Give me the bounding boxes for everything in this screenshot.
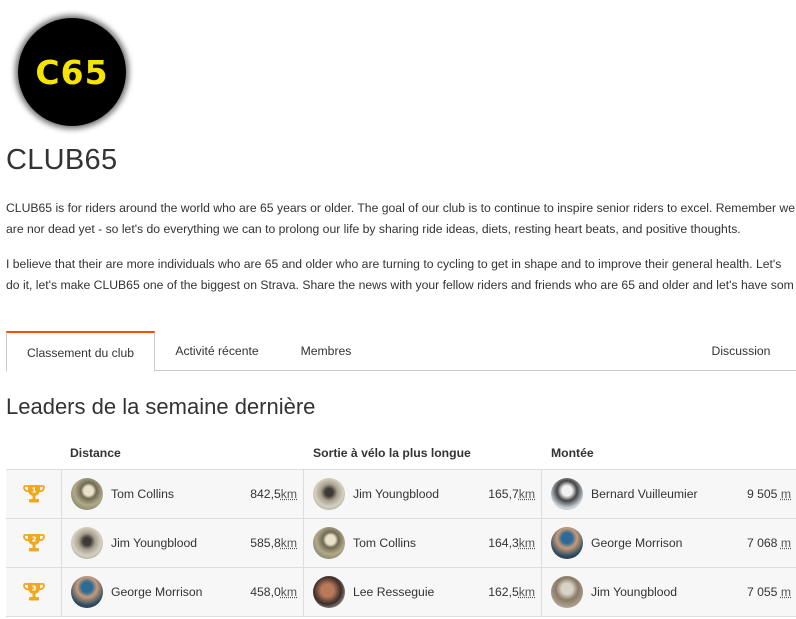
rank-number: 1	[31, 487, 36, 495]
value-number: 7 068	[746, 536, 778, 550]
value-number: 164,3	[488, 536, 519, 550]
athlete-name[interactable]: Tom Collins	[353, 519, 416, 567]
club-description-paragraph-1: CLUB65 is for riders around the world wh…	[6, 201, 795, 236]
column-header-climb: Montée	[551, 446, 594, 460]
club-tabs: Classement du club Activité récente Memb…	[6, 331, 796, 372]
athlete-name[interactable]: Jim Youngblood	[591, 568, 677, 616]
climb-value: 7 055 m	[747, 568, 791, 616]
distance-cell: Jim Youngblood 585,8km	[61, 519, 303, 567]
club-name: CLUB65	[6, 144, 118, 176]
club-logo-text: C65	[35, 52, 109, 92]
tab-membres[interactable]: Membres	[278, 331, 374, 371]
longest-ride-value: 164,3km	[488, 519, 535, 567]
unit-label: m	[780, 487, 791, 501]
athlete-name[interactable]: Lee Resseguie	[353, 568, 434, 616]
distance-value: 585,8km	[250, 519, 297, 567]
avatar[interactable]	[551, 527, 583, 559]
column-header-distance: Distance	[70, 446, 121, 460]
distance-cell: Tom Collins 842,5km	[61, 470, 303, 518]
climb-value: 9 505 m	[747, 470, 791, 518]
athlete-name[interactable]: Tom Collins	[111, 470, 174, 518]
rank-3-trophy-icon: 3	[6, 568, 61, 616]
value-number: 162,5	[488, 585, 519, 599]
unit-label: km	[280, 585, 297, 599]
longest-ride-cell: Jim Youngblood 165,7km	[303, 470, 541, 518]
leaderboard-table: 1 Tom Collins 842,5km Jim Youngblood 165…	[6, 469, 796, 617]
unit-label: km	[518, 585, 535, 599]
climb-value: 7 068 m	[747, 519, 791, 567]
unit-label: km	[518, 536, 535, 550]
avatar[interactable]	[551, 576, 583, 608]
rank-1-trophy-icon: 1	[6, 470, 61, 518]
leaderboard-row-3: 3 George Morrison 458,0km Lee Resseguie …	[6, 568, 796, 617]
tab-discussion[interactable]: Discussion	[686, 331, 796, 371]
athlete-name[interactable]: Jim Youngblood	[353, 470, 439, 518]
value-number: 7 055	[746, 585, 778, 599]
avatar[interactable]	[71, 576, 103, 608]
unit-label: km	[280, 536, 297, 550]
climb-cell: Jim Youngblood 7 055 m	[541, 568, 796, 616]
longest-ride-value: 165,7km	[488, 470, 535, 518]
athlete-name[interactable]: George Morrison	[591, 519, 682, 567]
club-description-paragraph-2: I believe that their are more individual…	[6, 257, 794, 292]
unit-label: m	[780, 585, 791, 599]
tab-classement-du-club[interactable]: Classement du club	[6, 331, 155, 372]
climb-cell: Bernard Vuilleumier 9 505 m	[541, 470, 796, 518]
leaderboard-row-1: 1 Tom Collins 842,5km Jim Youngblood 165…	[6, 470, 796, 519]
avatar[interactable]	[313, 478, 345, 510]
athlete-name[interactable]: Jim Youngblood	[111, 519, 197, 567]
climb-cell: George Morrison 7 068 m	[541, 519, 796, 567]
distance-value: 842,5km	[250, 470, 297, 518]
athlete-name[interactable]: Bernard Vuilleumier	[591, 470, 698, 518]
rank-number: 2	[31, 536, 36, 544]
rank-number: 3	[31, 585, 36, 593]
leaderboard-title: Leaders de la semaine dernière	[6, 394, 316, 419]
tab-activite-recente[interactable]: Activité récente	[156, 331, 278, 371]
unit-label: km	[280, 487, 297, 501]
longest-ride-cell: Lee Resseguie 162,5km	[303, 568, 541, 616]
column-header-longest-ride: Sortie à vélo la plus longue	[313, 446, 471, 460]
unit-label: km	[518, 487, 535, 501]
value-number: 585,8	[250, 536, 281, 550]
value-number: 458,0	[250, 585, 281, 599]
leaderboard-row-2: 2 Jim Youngblood 585,8km Tom Collins 164…	[6, 519, 796, 568]
value-number: 9 505	[746, 487, 778, 501]
unit-label: m	[780, 536, 791, 550]
longest-ride-value: 162,5km	[488, 568, 535, 616]
avatar[interactable]	[313, 576, 345, 608]
avatar[interactable]	[313, 527, 345, 559]
athlete-name[interactable]: George Morrison	[111, 568, 202, 616]
value-number: 165,7	[488, 487, 519, 501]
avatar[interactable]	[71, 478, 103, 510]
value-number: 842,5	[250, 487, 281, 501]
rank-2-trophy-icon: 2	[6, 519, 61, 567]
avatar[interactable]	[551, 478, 583, 510]
longest-ride-cell: Tom Collins 164,3km	[303, 519, 541, 567]
distance-value: 458,0km	[250, 568, 297, 616]
club-logo: C65	[18, 18, 126, 126]
avatar[interactable]	[71, 527, 103, 559]
distance-cell: George Morrison 458,0km	[61, 568, 303, 616]
